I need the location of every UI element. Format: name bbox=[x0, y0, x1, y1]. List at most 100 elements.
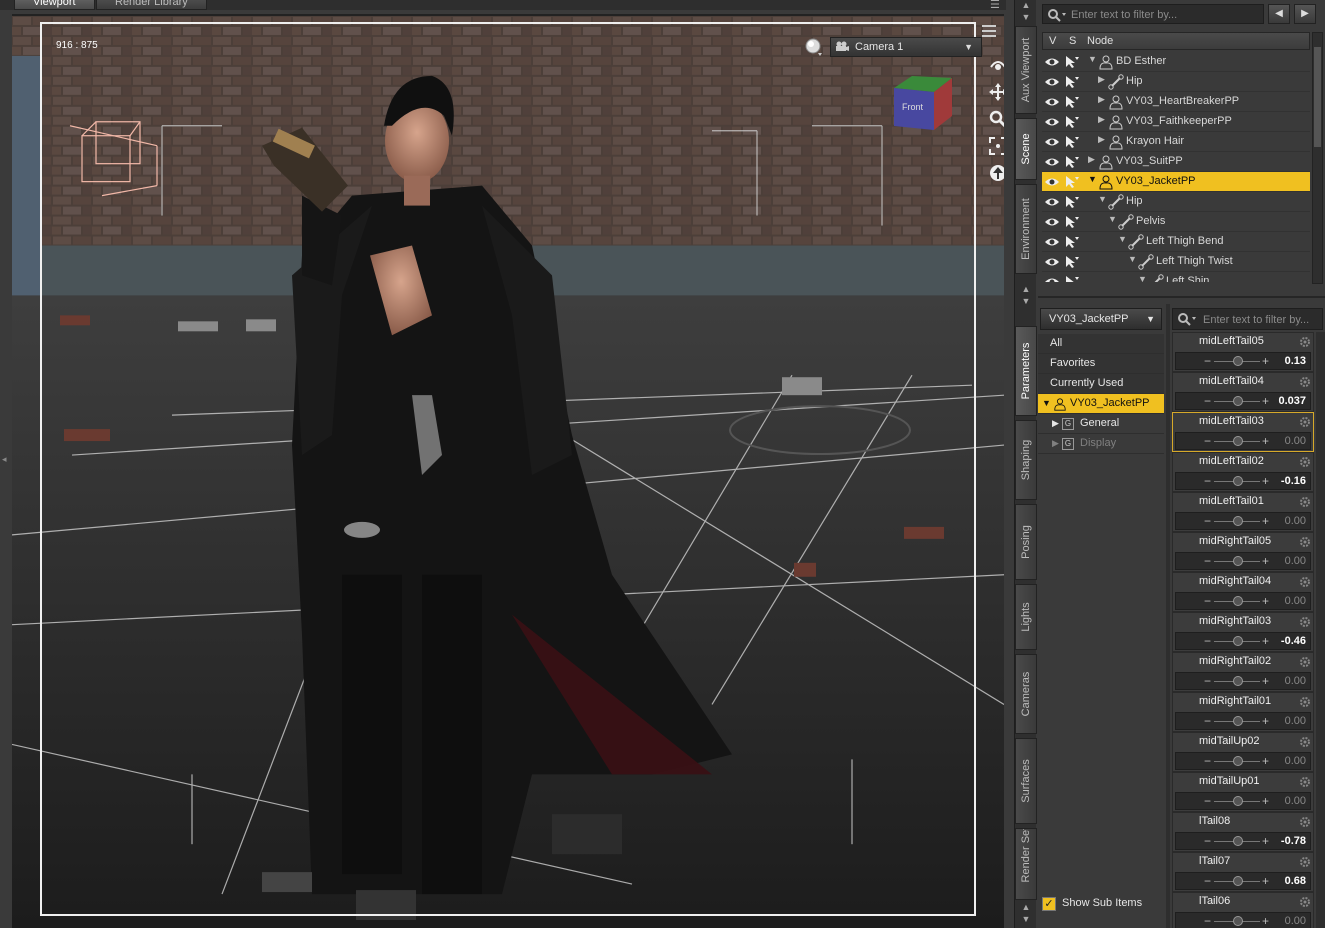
scroll-up-icon[interactable]: ▲ bbox=[1018, 284, 1034, 296]
chevron-down-icon[interactable]: ▼ bbox=[1108, 214, 1117, 224]
chevron-down-icon[interactable]: ▼ bbox=[1088, 174, 1097, 184]
tab-environment[interactable]: Environment bbox=[1015, 184, 1037, 274]
parameter-slider[interactable]: midRightTail02 − +0.00 bbox=[1172, 652, 1314, 692]
visibility-eye-icon[interactable] bbox=[1044, 276, 1060, 282]
scene-tree-row[interactable]: ▼ Left Thigh Bend bbox=[1042, 232, 1310, 252]
slider-track[interactable]: − +0.00 bbox=[1175, 672, 1311, 690]
increment-button[interactable]: + bbox=[1262, 795, 1269, 807]
gear-icon[interactable] bbox=[1299, 816, 1311, 828]
scroll-down-icon[interactable]: ▼ bbox=[1018, 12, 1034, 24]
parameter-slider[interactable]: midRightTail05 − +0.00 bbox=[1172, 532, 1314, 572]
visibility-eye-icon[interactable] bbox=[1044, 156, 1060, 168]
scroll-down-icon[interactable]: ▼ bbox=[1018, 296, 1034, 308]
slider-knob[interactable] bbox=[1233, 676, 1243, 686]
slider-value[interactable]: 0.00 bbox=[1285, 555, 1306, 567]
viewport-options-icon[interactable] bbox=[980, 24, 998, 38]
gear-icon[interactable] bbox=[1299, 496, 1311, 508]
slider-track[interactable]: − +0.00 bbox=[1175, 752, 1311, 770]
gear-icon[interactable] bbox=[1299, 616, 1311, 628]
slider-value[interactable]: 0.037 bbox=[1278, 395, 1306, 407]
viewport-menu-icon[interactable]: ☰ bbox=[990, 0, 1000, 11]
camera-dropdown[interactable]: Camera 1 ▼ bbox=[830, 37, 982, 57]
slider-value[interactable]: 0.00 bbox=[1285, 715, 1306, 727]
parameter-slider[interactable]: midLeftTail02 − + -0.16 bbox=[1172, 452, 1314, 492]
slider-knob[interactable] bbox=[1233, 916, 1243, 926]
selectable-arrow-icon[interactable] bbox=[1064, 175, 1080, 189]
decrement-button[interactable]: − bbox=[1204, 715, 1211, 727]
slider-knob[interactable] bbox=[1233, 436, 1243, 446]
tab-cameras[interactable]: Cameras bbox=[1015, 654, 1037, 734]
visibility-eye-icon[interactable] bbox=[1044, 136, 1060, 148]
category-item[interactable]: Favorites bbox=[1038, 354, 1164, 374]
increment-button[interactable]: + bbox=[1262, 635, 1269, 647]
parameter-slider[interactable]: midLeftTail04 − +0.037 bbox=[1172, 372, 1314, 412]
scene-tree-row[interactable]: ▼ Left Thigh Twist bbox=[1042, 252, 1310, 272]
visibility-eye-icon[interactable] bbox=[1044, 76, 1060, 88]
tab-viewport[interactable]: Viewport bbox=[14, 0, 95, 10]
scroll-down-icon[interactable]: ▼ bbox=[1018, 914, 1034, 926]
scene-scrollbar[interactable] bbox=[1312, 32, 1323, 284]
selectable-arrow-icon[interactable] bbox=[1064, 235, 1080, 249]
slider-value[interactable]: 0.00 bbox=[1285, 595, 1306, 607]
visibility-eye-icon[interactable] bbox=[1044, 256, 1060, 268]
slider-value[interactable]: 0.00 bbox=[1285, 435, 1306, 447]
chevron-down-icon[interactable]: ▼ bbox=[1138, 274, 1147, 282]
viewport[interactable]: 916 : 875 Camera 1 ▼ Front bbox=[12, 14, 1004, 928]
parameter-slider[interactable]: lTail08 − + -0.78 bbox=[1172, 812, 1314, 852]
tab-aux-viewport[interactable]: Aux Viewport bbox=[1015, 26, 1037, 114]
parameter-scrollbar[interactable] bbox=[1316, 332, 1325, 928]
increment-button[interactable]: + bbox=[1262, 595, 1269, 607]
slider-knob[interactable] bbox=[1233, 356, 1243, 366]
category-item[interactable]: ▼ VY03_JacketPP bbox=[1038, 394, 1164, 414]
slider-value[interactable]: 0.00 bbox=[1285, 755, 1306, 767]
zoom-icon[interactable] bbox=[988, 108, 1004, 130]
visibility-eye-icon[interactable] bbox=[1044, 176, 1060, 188]
tab-surfaces[interactable]: Surfaces bbox=[1015, 738, 1037, 824]
selectable-arrow-icon[interactable] bbox=[1064, 95, 1080, 109]
forward-button[interactable]: ▶ bbox=[1294, 4, 1316, 24]
increment-button[interactable]: + bbox=[1262, 915, 1269, 927]
node-dropdown[interactable]: VY03_JacketPP ▼ bbox=[1040, 308, 1162, 330]
left-panel-collapse-handle[interactable]: ◂ bbox=[0, 14, 12, 928]
selectable-arrow-icon[interactable] bbox=[1064, 275, 1080, 282]
parameter-slider[interactable]: midTailUp02 − +0.00 bbox=[1172, 732, 1314, 772]
parameter-slider[interactable]: lTail06 − +0.00 bbox=[1172, 892, 1314, 928]
pane-splitter[interactable] bbox=[1166, 304, 1170, 928]
selectable-arrow-icon[interactable] bbox=[1064, 155, 1080, 169]
increment-button[interactable]: + bbox=[1262, 555, 1269, 567]
slider-value[interactable]: 0.00 bbox=[1285, 795, 1306, 807]
slider-knob[interactable] bbox=[1233, 396, 1243, 406]
decrement-button[interactable]: − bbox=[1204, 355, 1211, 367]
selectable-arrow-icon[interactable] bbox=[1064, 195, 1080, 209]
gear-icon[interactable] bbox=[1299, 856, 1311, 868]
increment-button[interactable]: + bbox=[1262, 435, 1269, 447]
visibility-eye-icon[interactable] bbox=[1044, 56, 1060, 68]
category-item[interactable]: Currently Used bbox=[1038, 374, 1164, 394]
pan-icon[interactable] bbox=[988, 81, 1004, 103]
scene-tree-row[interactable]: ▼ BD Esther bbox=[1042, 52, 1310, 72]
frame-icon[interactable] bbox=[988, 135, 1004, 157]
decrement-button[interactable]: − bbox=[1204, 555, 1211, 567]
gear-icon[interactable] bbox=[1299, 576, 1311, 588]
decrement-button[interactable]: − bbox=[1204, 835, 1211, 847]
decrement-button[interactable]: − bbox=[1204, 915, 1211, 927]
chevron-down-icon[interactable]: ▼ bbox=[1128, 254, 1137, 264]
decrement-button[interactable]: − bbox=[1204, 795, 1211, 807]
column-select[interactable]: S bbox=[1069, 35, 1076, 47]
category-item[interactable]: All bbox=[1038, 334, 1164, 354]
scene-tree-row[interactable]: ▼ Left Shin bbox=[1042, 272, 1310, 282]
slider-knob[interactable] bbox=[1233, 636, 1243, 646]
visibility-eye-icon[interactable] bbox=[1044, 236, 1060, 248]
tab-posing[interactable]: Posing bbox=[1015, 504, 1037, 580]
gear-icon[interactable] bbox=[1299, 376, 1311, 388]
chevron-right-icon[interactable]: ▶ bbox=[1098, 134, 1105, 145]
slider-track[interactable]: − + -0.16 bbox=[1175, 472, 1311, 490]
slider-track[interactable]: − +0.00 bbox=[1175, 592, 1311, 610]
slider-knob[interactable] bbox=[1233, 876, 1243, 886]
parameter-search-input[interactable]: Enter text to filter by... bbox=[1172, 308, 1323, 330]
increment-button[interactable]: + bbox=[1262, 835, 1269, 847]
scene-tree-row[interactable]: ▼ VY03_JacketPP bbox=[1042, 172, 1310, 192]
increment-button[interactable]: + bbox=[1262, 355, 1269, 367]
chevron-right-icon[interactable]: ▶ bbox=[1098, 74, 1105, 85]
category-item[interactable]: ▶ G Display bbox=[1038, 434, 1164, 454]
